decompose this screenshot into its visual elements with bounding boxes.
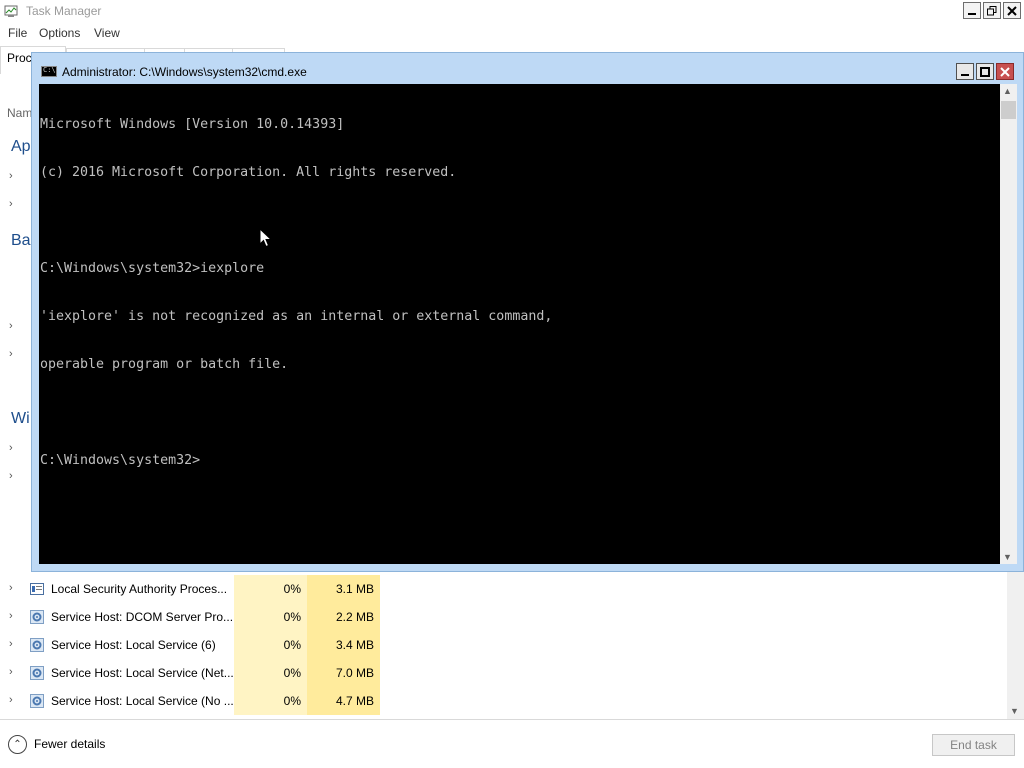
console-prompt: C:\Windows\system32> bbox=[40, 453, 201, 468]
chevron-right-icon[interactable]: › bbox=[9, 470, 13, 482]
cpu-value: 0% bbox=[234, 687, 307, 715]
cpu-value: 0% bbox=[234, 575, 307, 603]
chevron-right-icon[interactable]: › bbox=[9, 320, 13, 332]
cmd-maximize-button[interactable] bbox=[976, 63, 994, 80]
task-manager-title: Task Manager bbox=[26, 4, 102, 18]
gear-icon bbox=[30, 666, 44, 680]
console-line: (c) 2016 Microsoft Corporation. All righ… bbox=[40, 165, 457, 180]
chevron-right-icon[interactable]: › bbox=[9, 694, 13, 706]
process-name: Service Host: DCOM Server Pro... bbox=[51, 610, 234, 624]
table-row[interactable]: › Local Security Authority Proces... 0% … bbox=[0, 575, 1008, 603]
tab-processes-label: Proc bbox=[7, 51, 32, 65]
console-line: Microsoft Windows [Version 10.0.14393] bbox=[40, 117, 345, 132]
gear-icon bbox=[30, 694, 44, 708]
chevron-right-icon[interactable]: › bbox=[9, 170, 13, 182]
process-name: Service Host: Local Service (Net... bbox=[51, 666, 234, 680]
table-row[interactable]: › Service Host: Local Service (Net... 0%… bbox=[0, 659, 1008, 687]
cpu-value: 0% bbox=[234, 631, 307, 659]
chevron-right-icon[interactable]: › bbox=[9, 582, 13, 594]
memory-value: 3.4 MB bbox=[307, 631, 380, 659]
console-line: C:\Windows\system32>iexplore bbox=[40, 261, 265, 276]
table-row[interactable]: › Service Host: Local Service (No ... 0%… bbox=[0, 687, 1008, 715]
fewer-details-link[interactable]: Fewer details bbox=[34, 737, 105, 751]
gear-icon bbox=[30, 638, 44, 652]
console-output-area[interactable]: Microsoft Windows [Version 10.0.14393] (… bbox=[39, 84, 1000, 564]
process-name: Local Security Authority Proces... bbox=[51, 582, 228, 596]
console-icon bbox=[41, 66, 57, 77]
scroll-down-arrow-icon[interactable]: ▼ bbox=[1010, 706, 1019, 716]
chevron-right-icon[interactable]: › bbox=[9, 348, 13, 360]
memory-value: 7.0 MB bbox=[307, 659, 380, 687]
cmd-minimize-button[interactable] bbox=[956, 63, 974, 80]
cmd-scrollbar[interactable]: ▲ ▼ bbox=[1000, 84, 1017, 564]
cmd-titlebar[interactable]: Administrator: C:\Windows\system32\cmd.e… bbox=[32, 53, 1023, 83]
memory-value: 3.1 MB bbox=[307, 575, 380, 603]
scrollbar-thumb[interactable] bbox=[1001, 101, 1016, 119]
process-name: Service Host: Local Service (No ... bbox=[51, 694, 234, 708]
chevron-right-icon[interactable]: › bbox=[9, 442, 13, 454]
column-header-name[interactable]: Nam bbox=[7, 106, 32, 120]
console-line: operable program or batch file. bbox=[40, 357, 289, 372]
task-manager-icon bbox=[4, 4, 20, 18]
memory-value: 4.7 MB bbox=[307, 687, 380, 715]
section-windows: Wi bbox=[11, 410, 30, 427]
menu-file[interactable]: File bbox=[8, 26, 27, 40]
console-text: Microsoft Windows [Version 10.0.14393] (… bbox=[40, 85, 552, 501]
cpu-value: 0% bbox=[234, 659, 307, 687]
console-line: ​ bbox=[40, 213, 552, 229]
task-manager-footer: ⌃ Fewer details End task bbox=[0, 719, 1024, 768]
restore-button[interactable] bbox=[983, 2, 1001, 19]
chevron-right-icon[interactable]: › bbox=[9, 610, 13, 622]
menu-view[interactable]: View bbox=[94, 26, 120, 40]
table-row[interactable]: › Service Host: Local Service (6) 0% 3.4… bbox=[0, 631, 1008, 659]
cpu-value: 0% bbox=[234, 603, 307, 631]
chevron-right-icon[interactable]: › bbox=[9, 638, 13, 650]
chevron-right-icon[interactable]: › bbox=[9, 198, 13, 210]
minimize-button[interactable] bbox=[963, 2, 981, 19]
process-name: Service Host: Local Service (6) bbox=[51, 638, 216, 652]
shield-app-icon bbox=[30, 582, 44, 596]
cmd-window: Administrator: C:\Windows\system32\cmd.e… bbox=[31, 52, 1024, 572]
section-apps: Ap bbox=[11, 138, 31, 155]
cmd-title: Administrator: C:\Windows\system32\cmd.e… bbox=[62, 65, 307, 79]
chevron-right-icon[interactable]: › bbox=[9, 666, 13, 678]
gear-icon bbox=[30, 610, 44, 624]
memory-value: 2.2 MB bbox=[307, 603, 380, 631]
menu-options[interactable]: Options bbox=[39, 26, 80, 40]
mouse-cursor-icon bbox=[259, 227, 273, 248]
console-line: 'iexplore' is not recognized as an inter… bbox=[40, 309, 553, 324]
process-list-scrollbar[interactable]: ▼ bbox=[1007, 571, 1024, 719]
scroll-up-arrow-icon[interactable]: ▲ bbox=[1003, 86, 1012, 96]
task-manager-titlebar[interactable]: Task Manager bbox=[0, 0, 1024, 22]
chevron-up-icon[interactable]: ⌃ bbox=[8, 735, 27, 754]
console-line: ​ bbox=[40, 405, 552, 421]
table-row[interactable]: › Service Host: DCOM Server Pro... 0% 2.… bbox=[0, 603, 1008, 631]
end-task-button[interactable]: End task bbox=[932, 734, 1015, 756]
close-button[interactable] bbox=[1003, 2, 1021, 19]
scroll-down-arrow-icon[interactable]: ▼ bbox=[1003, 552, 1012, 562]
menu-bar: File Options View bbox=[0, 22, 1024, 44]
cmd-close-button[interactable] bbox=[996, 63, 1014, 80]
